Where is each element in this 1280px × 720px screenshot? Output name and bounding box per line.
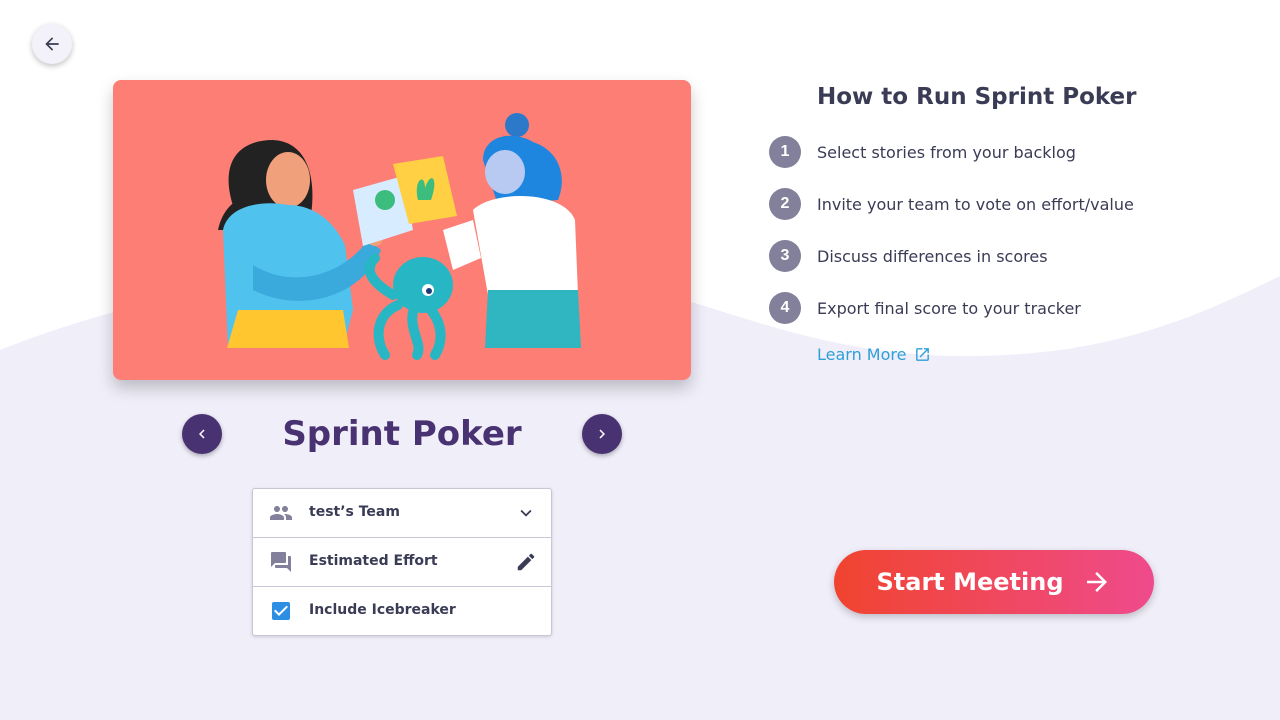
step-item: 1 Select stories from your backlog bbox=[768, 136, 1228, 168]
step-item: 3 Discuss differences in scores bbox=[768, 240, 1228, 272]
step-text: Select stories from your backlog bbox=[817, 143, 1076, 162]
icebreaker-label: Include Icebreaker bbox=[309, 602, 456, 618]
how-to-title: How to Run Sprint Poker bbox=[817, 84, 1137, 110]
learn-more-link[interactable]: Learn More bbox=[817, 345, 931, 364]
scale-select-label: Estimated Effort bbox=[309, 553, 438, 569]
meeting-settings-card: test’s Team Estimated Effort Include Ice… bbox=[252, 488, 552, 636]
step-item: 4 Export final score to your tracker bbox=[768, 292, 1228, 324]
people-with-octopus-illustration bbox=[113, 80, 691, 380]
team-select-row[interactable]: test’s Team bbox=[253, 489, 551, 538]
scale-select-row[interactable]: Estimated Effort bbox=[253, 538, 551, 587]
start-meeting-button[interactable]: Start Meeting bbox=[834, 550, 1154, 614]
external-link-icon bbox=[916, 348, 930, 361]
chevron-left-icon bbox=[199, 429, 205, 439]
step-text: Export final score to your tracker bbox=[817, 299, 1081, 318]
team-select-label: test’s Team bbox=[309, 504, 400, 520]
step-number-badge: 1 bbox=[769, 136, 801, 168]
arrow-forward-icon bbox=[1086, 572, 1107, 592]
illustration-card bbox=[113, 80, 691, 380]
icebreaker-toggle-row[interactable]: Include Icebreaker bbox=[253, 587, 551, 636]
checkbox-checked-icon[interactable] bbox=[269, 599, 293, 623]
step-text: Invite your team to vote on effort/value bbox=[817, 195, 1134, 214]
forum-icon bbox=[271, 552, 291, 572]
start-meeting-label: Start Meeting bbox=[876, 568, 1064, 596]
step-item: 2 Invite your team to vote on effort/val… bbox=[768, 188, 1228, 220]
chevron-right-icon bbox=[599, 429, 605, 439]
step-number-badge: 4 bbox=[769, 292, 801, 324]
step-number-badge: 2 bbox=[769, 188, 801, 220]
previous-template-button[interactable] bbox=[182, 414, 222, 454]
learn-more-label: Learn More bbox=[817, 345, 907, 364]
back-button[interactable] bbox=[32, 24, 72, 64]
chevron-down-icon[interactable] bbox=[515, 502, 537, 524]
arrow-back-icon bbox=[45, 37, 59, 51]
group-icon bbox=[270, 506, 292, 520]
pencil-icon[interactable] bbox=[515, 551, 537, 573]
meeting-template-title: Sprint Poker bbox=[282, 414, 522, 454]
step-text: Discuss differences in scores bbox=[817, 247, 1048, 266]
next-template-button[interactable] bbox=[582, 414, 622, 454]
step-number-badge: 3 bbox=[769, 240, 801, 272]
